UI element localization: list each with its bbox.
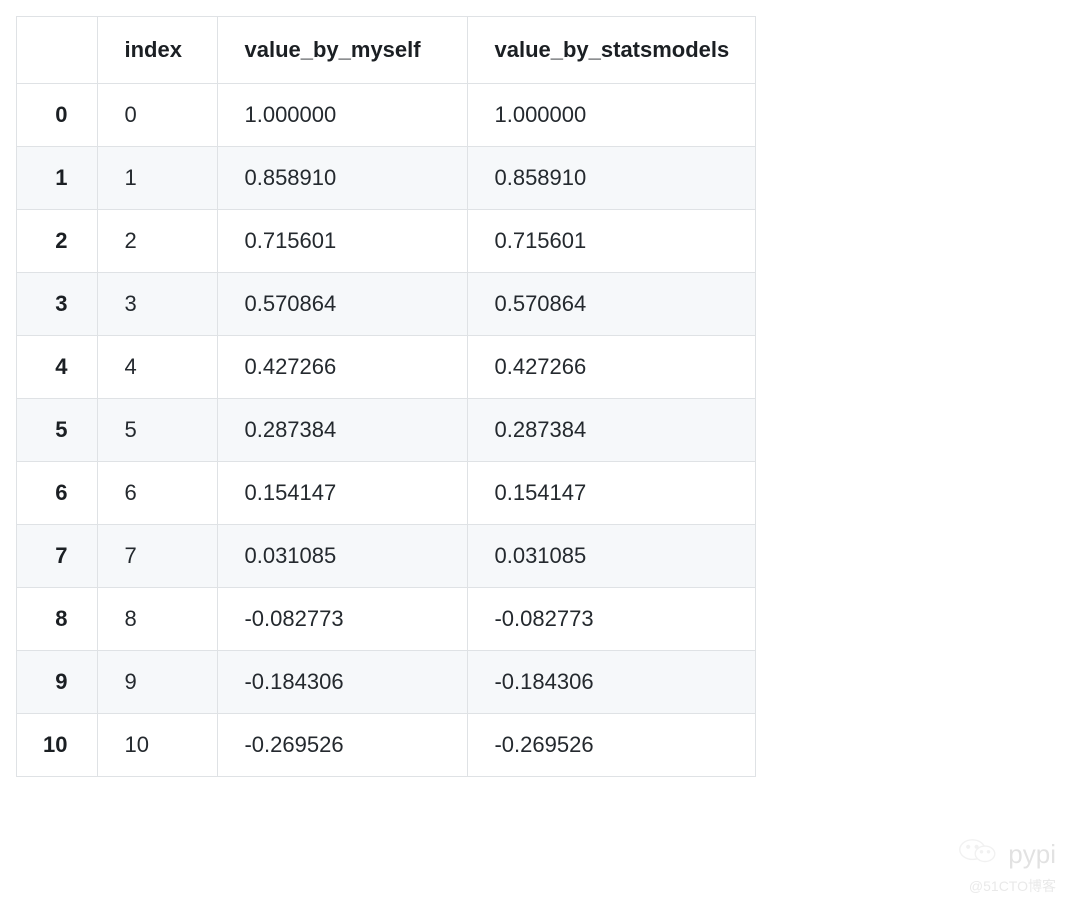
row-index-cell: 7 [17, 525, 98, 588]
cell-myself: 0.858910 [218, 147, 468, 210]
data-table-wrapper: index value_by_myself value_by_statsmode… [16, 16, 756, 777]
table-row: 4 4 0.427266 0.427266 [17, 336, 756, 399]
table-row: 5 5 0.287384 0.287384 [17, 399, 756, 462]
cell-index: 8 [98, 588, 218, 651]
watermark-top: pypi [956, 837, 1056, 872]
cell-myself: -0.082773 [218, 588, 468, 651]
cell-index: 5 [98, 399, 218, 462]
cell-stats: 0.570864 [468, 273, 756, 336]
header-value-by-myself: value_by_myself [218, 17, 468, 84]
cell-index: 0 [98, 84, 218, 147]
cell-myself: 0.031085 [218, 525, 468, 588]
cell-stats: 1.000000 [468, 84, 756, 147]
cell-stats: 0.715601 [468, 210, 756, 273]
cell-myself: -0.184306 [218, 651, 468, 714]
row-index-cell: 6 [17, 462, 98, 525]
row-index-cell: 9 [17, 651, 98, 714]
cell-index: 9 [98, 651, 218, 714]
table-row: 0 0 1.000000 1.000000 [17, 84, 756, 147]
cell-stats: -0.269526 [468, 714, 756, 777]
row-index-cell: 1 [17, 147, 98, 210]
row-index-cell: 0 [17, 84, 98, 147]
table-row: 9 9 -0.184306 -0.184306 [17, 651, 756, 714]
row-index-cell: 2 [17, 210, 98, 273]
cell-myself: -0.269526 [218, 714, 468, 777]
cell-myself: 1.000000 [218, 84, 468, 147]
watermark-sub: @51CTO博客 [969, 876, 1056, 896]
table-row: 6 6 0.154147 0.154147 [17, 462, 756, 525]
wechat-icon [956, 837, 1000, 872]
cell-index: 2 [98, 210, 218, 273]
table-row: 7 7 0.031085 0.031085 [17, 525, 756, 588]
cell-stats: 0.427266 [468, 336, 756, 399]
header-index: index [98, 17, 218, 84]
cell-index: 6 [98, 462, 218, 525]
table-row: 3 3 0.570864 0.570864 [17, 273, 756, 336]
table-row: 10 10 -0.269526 -0.269526 [17, 714, 756, 777]
cell-index: 10 [98, 714, 218, 777]
cell-index: 7 [98, 525, 218, 588]
cell-myself: 0.287384 [218, 399, 468, 462]
data-table: index value_by_myself value_by_statsmode… [16, 16, 756, 777]
cell-stats: -0.184306 [468, 651, 756, 714]
cell-stats: 0.858910 [468, 147, 756, 210]
row-index-cell: 10 [17, 714, 98, 777]
cell-index: 3 [98, 273, 218, 336]
cell-myself: 0.154147 [218, 462, 468, 525]
row-index-cell: 4 [17, 336, 98, 399]
cell-stats: -0.082773 [468, 588, 756, 651]
cell-index: 4 [98, 336, 218, 399]
header-row-index [17, 17, 98, 84]
cell-stats: 0.031085 [468, 525, 756, 588]
cell-myself: 0.715601 [218, 210, 468, 273]
cell-index: 1 [98, 147, 218, 210]
cell-myself: 0.427266 [218, 336, 468, 399]
header-value-by-statsmodels: value_by_statsmodels [468, 17, 756, 84]
row-index-cell: 3 [17, 273, 98, 336]
watermark-label: pypi [1008, 839, 1056, 870]
table-header-row: index value_by_myself value_by_statsmode… [17, 17, 756, 84]
table-row: 8 8 -0.082773 -0.082773 [17, 588, 756, 651]
table-row: 2 2 0.715601 0.715601 [17, 210, 756, 273]
cell-stats: 0.287384 [468, 399, 756, 462]
cell-stats: 0.154147 [468, 462, 756, 525]
watermark: pypi @51CTO博客 [956, 837, 1056, 896]
row-index-cell: 8 [17, 588, 98, 651]
cell-myself: 0.570864 [218, 273, 468, 336]
table-row: 1 1 0.858910 0.858910 [17, 147, 756, 210]
row-index-cell: 5 [17, 399, 98, 462]
